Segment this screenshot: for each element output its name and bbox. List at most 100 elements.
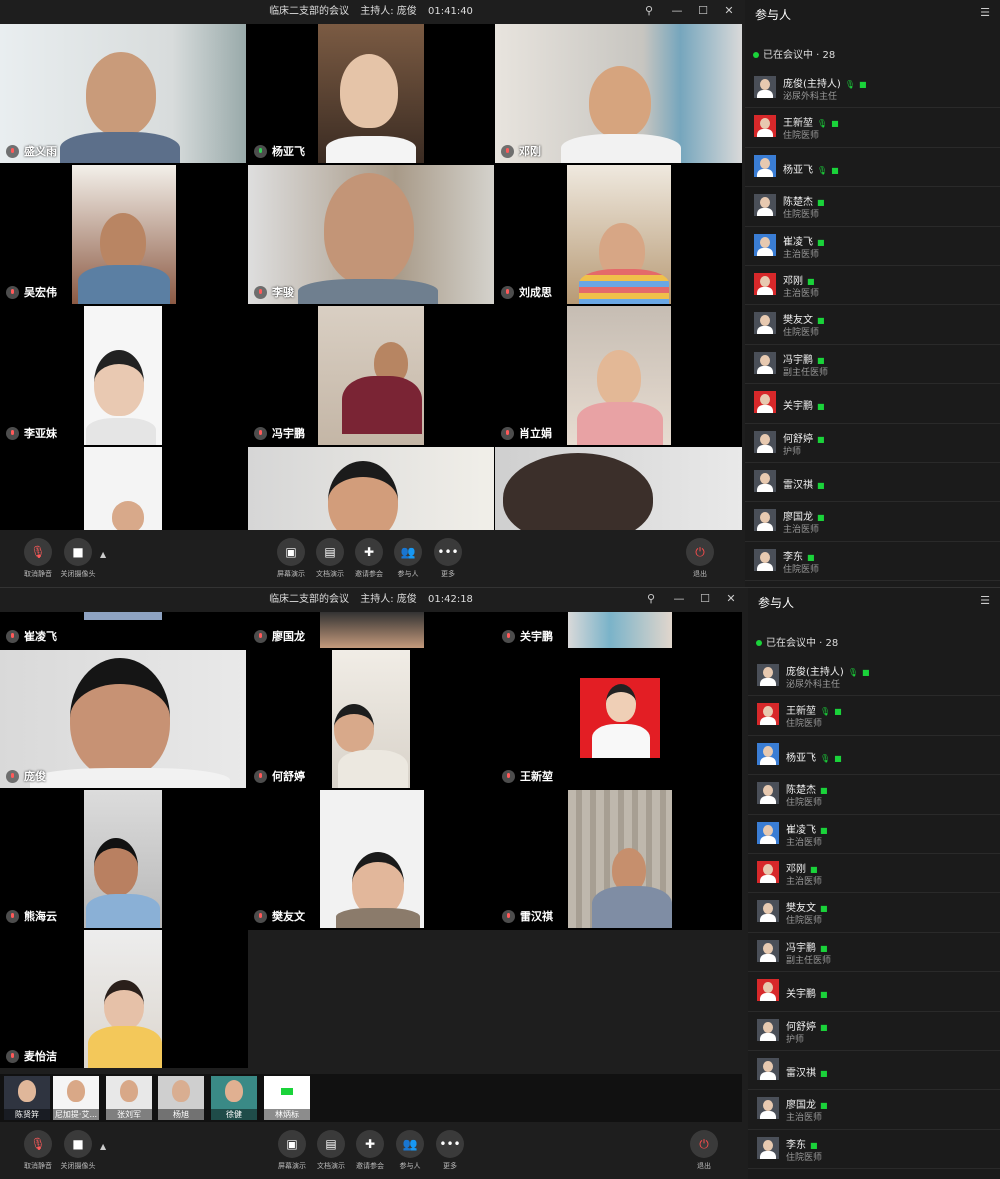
close-icon[interactable]: ✕ (718, 0, 740, 24)
video-tile[interactable]: 李亚妹 (0, 306, 246, 445)
participant-row[interactable]: 雷汉祺 ■ (748, 1051, 1000, 1091)
participant-row[interactable]: 陈楚杰 ■ 住院医师 (745, 187, 1000, 227)
video-tile[interactable]: 邓刚 (495, 24, 742, 163)
participant-row[interactable]: 陈楚杰 ■ 住院医师 (748, 775, 1000, 815)
video-tile[interactable]: 熊海云 (0, 790, 246, 928)
camera-icon: ■ (807, 276, 815, 286)
avatar (757, 742, 779, 765)
invite-button[interactable]: ✚ 邀请参会 (348, 1130, 392, 1171)
participant-row[interactable]: 何舒婷 ■ 护师 (745, 424, 1000, 463)
menu-icon[interactable]: ☰ (980, 6, 990, 19)
participant-row[interactable]: 杨亚飞 🎙 ■ (748, 736, 1000, 776)
screen-share-button[interactable]: ▣ 屏幕演示 (270, 1130, 314, 1171)
camera-icon: ■ (820, 825, 828, 835)
participant-row[interactable]: 何舒婷 ■ 护师 (748, 1012, 1000, 1051)
participant-row[interactable]: 冯宇鹏 ■ 副主任医师 (748, 933, 1000, 973)
unmute-button[interactable]: 🎙 取消静音 (16, 1130, 60, 1171)
participant-row[interactable]: 廖国龙 ■ 主治医师 (745, 502, 1000, 542)
video-tile[interactable]: 吴宏伟 (0, 165, 246, 304)
minimize-icon[interactable]: — (668, 588, 690, 612)
camera-icon: ■ (834, 753, 842, 763)
camera-off-button[interactable]: ■ 关闭摄像头 (56, 538, 100, 579)
participant-row[interactable]: 庞俊(主持人) 🎙 ■ 泌尿外科主任 (745, 69, 1000, 109)
camera-icon: ■ (817, 402, 825, 412)
participants-button[interactable]: 👥 参与人 (388, 1130, 432, 1171)
participant-row[interactable]: 冯宇鹏 ■ 副主任医师 (745, 345, 1000, 385)
leave-button[interactable]: ⏻ 退出 (682, 1130, 726, 1171)
mic-muted-icon (6, 1049, 19, 1063)
more-button[interactable]: ••• 更多 (428, 1130, 472, 1171)
chevron-up-icon[interactable]: ▲ (100, 550, 106, 559)
participant-row[interactable]: 雷汉祺 ■ (745, 463, 1000, 503)
mic-muted-icon (6, 909, 19, 923)
participant-row[interactable]: 廖国龙 ■ 主治医师 (748, 1090, 1000, 1130)
maximize-icon[interactable]: ☐ (694, 588, 716, 612)
pin-icon[interactable]: ⚲ (638, 0, 660, 24)
chevron-up-icon[interactable]: ▲ (100, 1142, 106, 1151)
participant-name: 李东 ■ (786, 1139, 818, 1151)
participant-row[interactable]: 王新堃 🎙 ■ 住院医师 (748, 696, 1000, 736)
menu-icon[interactable]: ☰ (980, 594, 990, 607)
participant-row[interactable]: 杨亚飞 🎙 ■ (745, 148, 1000, 188)
pin-icon[interactable]: ⚲ (640, 588, 662, 612)
camera-icon: ■ (817, 434, 825, 444)
video-tile[interactable]: 王新堃 (496, 650, 742, 788)
camera-icon: ■ (858, 80, 867, 89)
video-tile[interactable]: 麦怡洁 (0, 930, 246, 1068)
video-tile[interactable] (248, 447, 494, 530)
video-tile[interactable]: 樊友文 (248, 790, 494, 928)
participant-row[interactable]: 樊友文 ■ 住院医师 (745, 305, 1000, 345)
video-tile[interactable]: 雷汉祺 (496, 790, 742, 928)
participant-row[interactable]: 王新堃 🎙 ■ 住院医师 (745, 108, 1000, 148)
participant-row[interactable]: 关宇鹏 ■ (748, 972, 1000, 1012)
unmute-button[interactable]: 🎙 取消静音 (16, 538, 60, 579)
leave-button[interactable]: ⏻ 退出 (678, 538, 722, 579)
video-tile[interactable] (495, 447, 742, 530)
participant-row[interactable]: 樊友文 ■ 住院医师 (748, 893, 1000, 933)
maximize-icon[interactable]: ☐ (692, 0, 714, 24)
participant-name: 关宇鹏 ■ (783, 401, 825, 413)
thumbnail[interactable]: 杨旭 (158, 1076, 204, 1120)
panel-title: 参与人 (755, 8, 792, 22)
participant-row[interactable]: 邓刚 ■ 主治医师 (745, 266, 1000, 306)
participant-row[interactable]: 邓刚 ■ 主治医师 (748, 854, 1000, 894)
video-tile[interactable] (0, 447, 246, 530)
video-tile[interactable]: 盛义雨 (0, 24, 246, 163)
close-icon[interactable]: ✕ (720, 588, 742, 612)
participant-row[interactable]: 关宇鹏 ■ (745, 384, 1000, 424)
participant-name: 熊海云 (6, 908, 57, 924)
doc-share-button[interactable]: ▤ 文档演示 (308, 538, 352, 579)
participant-row[interactable]: 李东 ■ 住院医师 (745, 542, 1000, 582)
video-tile[interactable]: 崔凌飞 (0, 612, 246, 648)
video-tile[interactable]: 冯宇鹏 (248, 306, 494, 445)
more-button[interactable]: ••• 更多 (426, 538, 470, 579)
thumbnail[interactable]: 尼加提·艾... (53, 1076, 99, 1120)
participant-row[interactable]: 崔凌飞 ■ 主治医师 (745, 227, 1000, 266)
video-tile[interactable]: 杨亚飞 (248, 24, 494, 163)
participant-row[interactable]: 庞俊(主持人) 🎙 ■ 泌尿外科主任 (748, 657, 1000, 697)
participant-name: 冯宇鹏 ■ (783, 354, 825, 366)
participant-row[interactable]: 李东 ■ 住院医师 (748, 1130, 1000, 1170)
video-tile[interactable]: 肖立娟 (495, 306, 742, 445)
thumbnail[interactable]: 林炳标 (264, 1076, 310, 1120)
camera-off-button[interactable]: ■ 关闭摄像头 (56, 1130, 100, 1171)
video-tile[interactable]: 庞俊 (0, 650, 246, 788)
screen-share-button[interactable]: ▣ 屏幕演示 (269, 538, 313, 579)
video-tile[interactable]: 廖国龙 (248, 612, 494, 648)
participants-panel: 参与人 ☰ 已在会议中 · 28 庞俊(主持人) 🎙 ■ 泌尿外科主任 王新堃 🎙 ■ 住院医… (748, 588, 1000, 1179)
invite-button[interactable]: ✚ 邀请参会 (347, 538, 391, 579)
participants-button[interactable]: 👥 参与人 (386, 538, 430, 579)
video-tile[interactable]: 何舒婷 (248, 650, 494, 788)
participant-role: 住院医师 (783, 328, 820, 339)
doc-share-button[interactable]: ▤ 文档演示 (309, 1130, 353, 1171)
participant-row[interactable]: 崔凌飞 ■ 主治医师 (748, 815, 1000, 854)
video-tile[interactable]: 刘成思 (495, 165, 742, 304)
thumbnail[interactable]: 张刘军 (106, 1076, 152, 1120)
video-tile[interactable]: 关宇鹏 (496, 612, 742, 648)
video-tile[interactable]: 李骏 (248, 165, 494, 304)
thumbnail[interactable]: 徐健 (211, 1076, 257, 1120)
meeting-window-2: 临床二支部的会议 主持人: 庞俊 01:42:18 ⚲ — ☐ ✕ 崔凌飞 廖国… (0, 587, 1000, 1179)
camera-icon: ■ (810, 864, 818, 874)
thumbnail[interactable]: 陈贤笄 (4, 1076, 50, 1120)
minimize-icon[interactable]: — (666, 0, 688, 24)
